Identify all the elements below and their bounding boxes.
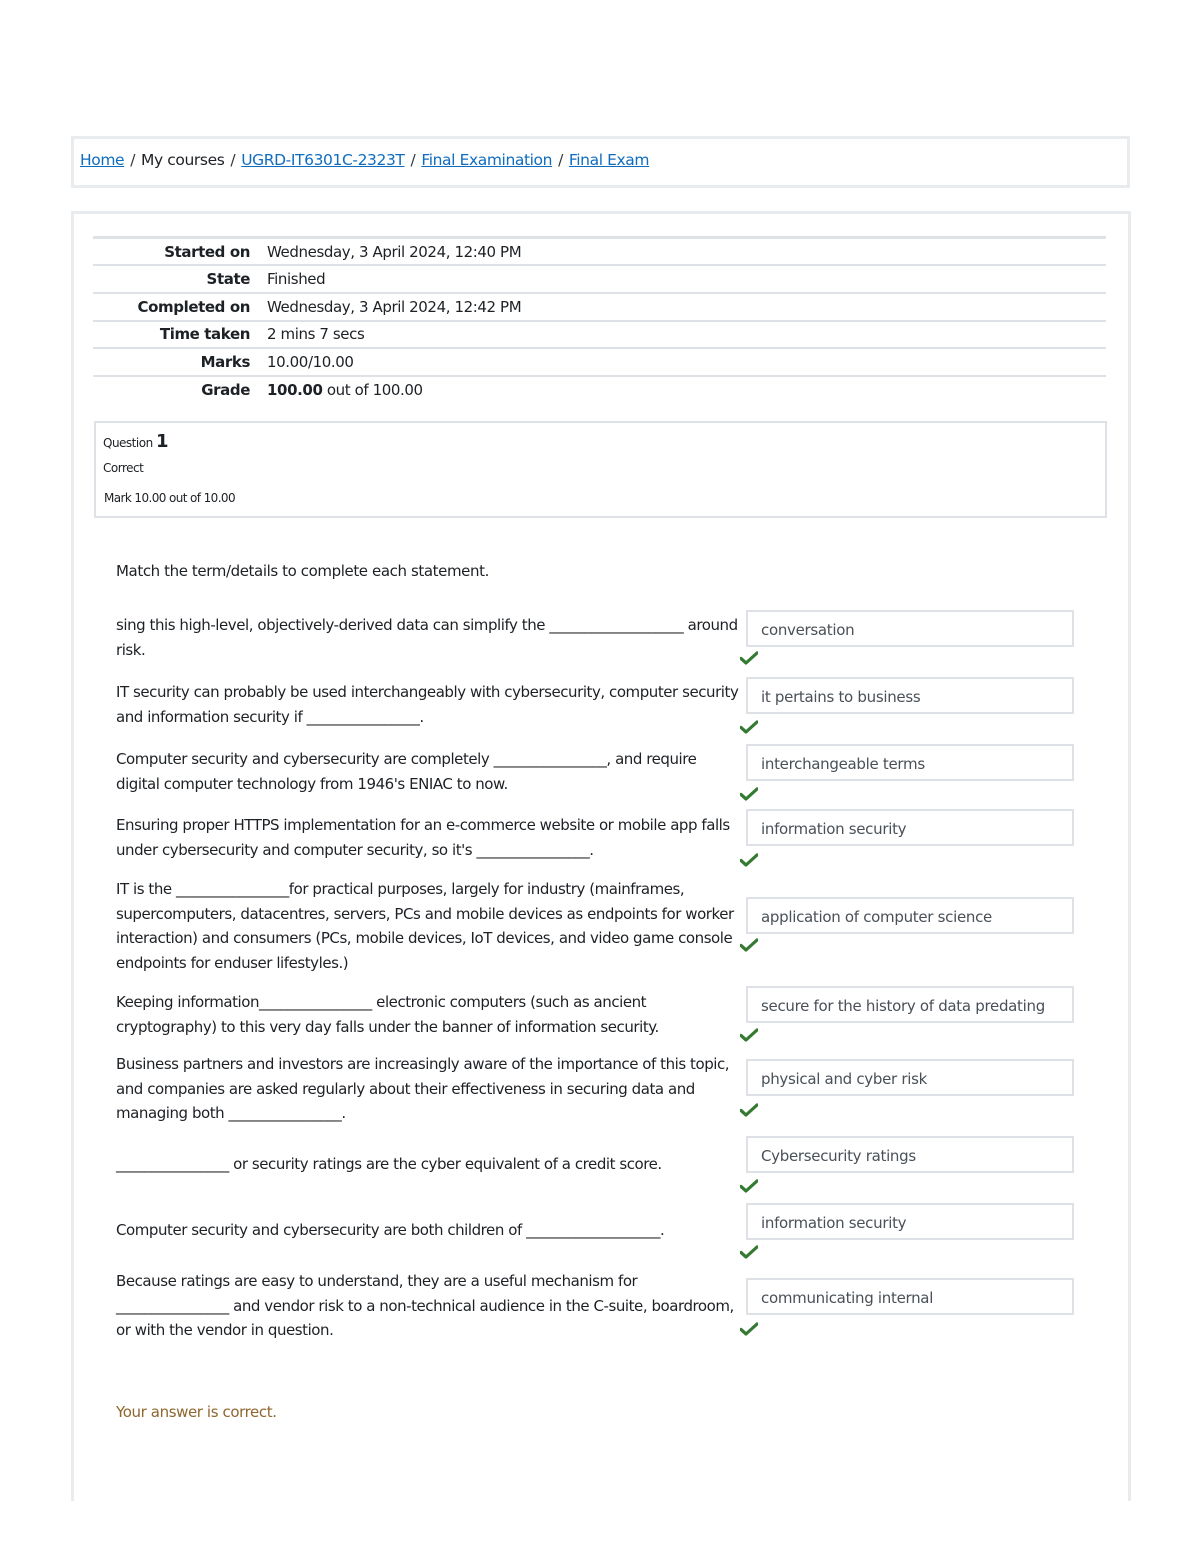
attempt-summary-table: Started on Wednesday, 3 April 2024, 12:4… <box>93 236 1106 404</box>
check-icon <box>740 1028 758 1042</box>
breadcrumb-bar: Home / My courses / UGRD-IT6301C-2323T / Final… <box>71 136 1130 188</box>
match-answer-select[interactable]: information security <box>746 1203 1074 1240</box>
match-answer-select[interactable]: Cybersecurity ratings <box>746 1136 1074 1173</box>
match-statement: Business partners and investors are incr… <box>116 1055 730 1122</box>
summary-row-started: Started on Wednesday, 3 April 2024, 12:4… <box>93 236 1106 266</box>
summary-value: 100.00 out of 100.00 <box>259 374 1106 404</box>
check-icon <box>740 938 758 952</box>
summary-row-marks: Marks 10.00/10.00 <box>93 347 1106 376</box>
question-number: Question 1 <box>103 431 169 452</box>
grade-suffix: out of 100.00 <box>326 381 423 400</box>
check-icon <box>740 720 758 734</box>
question-info: Question 1 Correct Mark 10.00 out of 10.… <box>94 421 1107 518</box>
match-answer-select[interactable]: interchangeable terms <box>746 744 1074 781</box>
breadcrumb-course[interactable]: UGRD-IT6301C-2323T <box>241 151 405 169</box>
summary-label: Grade <box>93 374 259 404</box>
question-text: Match the term/details to complete each … <box>116 562 489 580</box>
summary-label: Started on <box>93 236 259 266</box>
summary-label: Completed on <box>93 291 259 321</box>
check-icon <box>740 1322 758 1336</box>
breadcrumb: Home / My courses / UGRD-IT6301C-2323T / Final… <box>80 151 650 169</box>
match-statement: Because ratings are easy to understand, … <box>116 1272 734 1339</box>
question-number-value: 1 <box>156 431 169 452</box>
breadcrumb-final-examination[interactable]: Final Examination <box>421 151 552 169</box>
breadcrumb-my-courses: My courses <box>141 151 225 169</box>
summary-value: 10.00/10.00 <box>259 347 1106 376</box>
breadcrumb-final-exam[interactable]: Final Exam <box>569 151 650 169</box>
check-icon <box>740 1103 758 1117</box>
summary-label: Time taken <box>93 319 259 349</box>
check-icon <box>740 651 758 665</box>
match-answer-select[interactable]: it pertains to business <box>746 677 1074 714</box>
match-statement: Computer security and cybersecurity are … <box>116 1221 665 1239</box>
breadcrumb-separator: / <box>558 151 563 169</box>
match-statement: IT is the ________________for practical … <box>116 880 734 972</box>
match-answer-select[interactable]: information security <box>746 809 1074 846</box>
summary-value: 2 mins 7 secs <box>259 319 1106 349</box>
grade-score: 100.00 <box>267 381 323 400</box>
match-answer-select[interactable]: communicating internal <box>746 1278 1074 1315</box>
question-state: Correct <box>103 461 144 475</box>
match-answer-select[interactable]: conversation <box>746 610 1074 647</box>
summary-label: State <box>93 264 259 293</box>
breadcrumb-home[interactable]: Home <box>80 151 125 169</box>
summary-value: Wednesday, 3 April 2024, 12:42 PM <box>259 291 1106 321</box>
match-answer-select[interactable]: physical and cyber risk <box>746 1059 1074 1096</box>
summary-row-state: State Finished <box>93 264 1106 293</box>
check-icon <box>740 1245 758 1259</box>
match-statement: Computer security and cybersecurity are … <box>116 750 697 793</box>
feedback-text: Your answer is correct. <box>116 1403 277 1421</box>
summary-row-completed: Completed on Wednesday, 3 April 2024, 12… <box>93 291 1106 321</box>
match-statement: ________________ or security ratings are… <box>116 1155 662 1173</box>
breadcrumb-separator: / <box>130 151 136 169</box>
match-answer-select[interactable]: application of computer science <box>746 897 1074 934</box>
summary-value: Wednesday, 3 April 2024, 12:40 PM <box>259 236 1106 266</box>
question-grade: Mark 10.00 out of 10.00 <box>104 491 236 505</box>
summary-row-time-taken: Time taken 2 mins 7 secs <box>93 319 1106 349</box>
match-statement: Ensuring proper HTTPS implementation for… <box>116 816 730 859</box>
breadcrumb-separator: / <box>230 151 236 169</box>
match-answer-select[interactable]: secure for the history of data predating <box>746 986 1074 1023</box>
summary-row-grade: Grade 100.00 out of 100.00 <box>93 374 1106 404</box>
summary-label: Marks <box>93 347 259 376</box>
summary-value: Finished <box>259 264 1106 293</box>
breadcrumb-separator: / <box>410 151 416 169</box>
check-icon <box>740 853 758 867</box>
match-statement: sing this high-level, objectively-derive… <box>116 616 738 659</box>
check-icon <box>740 787 758 801</box>
match-statement: IT security can probably be used interch… <box>116 683 739 726</box>
match-statement: Keeping information________________ elec… <box>116 993 659 1036</box>
check-icon <box>740 1179 758 1193</box>
question-prefix: Question <box>103 436 153 450</box>
